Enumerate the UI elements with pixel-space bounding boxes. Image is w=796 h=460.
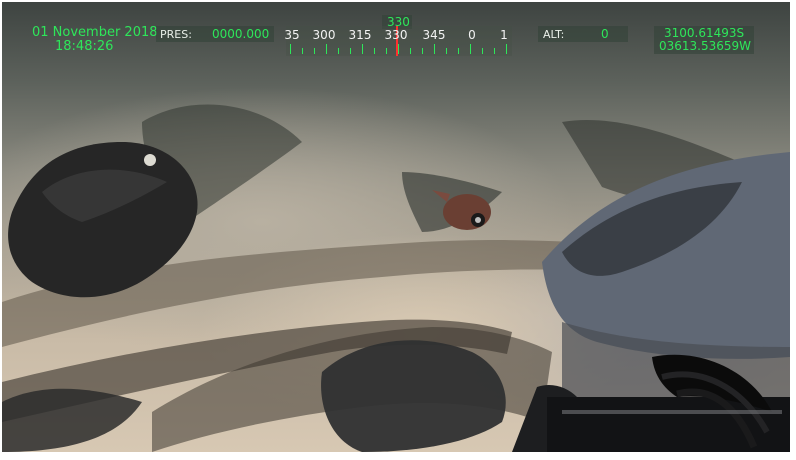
compass-number: 35: [284, 28, 300, 42]
compass-number: 330: [384, 28, 408, 42]
compass-tick: [374, 48, 375, 54]
compass-tick: [482, 48, 483, 54]
compass-tick: [314, 48, 315, 54]
altitude-label: ALT:: [543, 28, 565, 41]
compass-tick: [422, 48, 423, 54]
rock-foreground-left: [2, 388, 142, 452]
camera-view: 01 November 2018 18:48:26 PRES: 0000.000…: [2, 2, 790, 452]
compass-strip: 35 300 315 330 345 0 1: [284, 26, 512, 56]
compass-tick: [398, 44, 399, 54]
compass-number: 1: [500, 28, 508, 42]
compass-tick: [302, 48, 303, 54]
latitude-value: 3100.61493S: [664, 26, 745, 40]
compass-tick: [350, 48, 351, 54]
compass-tick: [290, 44, 291, 54]
compass-tick: [446, 48, 447, 54]
compass-tick: [362, 44, 363, 54]
compass-tick: [494, 48, 495, 54]
pressure-value: 0000.000: [212, 27, 270, 41]
compass-tick: [434, 44, 435, 54]
seafloor-scene: [2, 104, 790, 452]
compass-tick: [470, 44, 471, 54]
compass-tick: [410, 48, 411, 54]
fish-eye-highlight: [475, 217, 481, 223]
compass-number: 315: [348, 28, 372, 42]
hud-date: 01 November 2018: [32, 25, 158, 40]
compass-tick: [326, 44, 327, 54]
organism-on-rock: [144, 154, 156, 166]
equipment-highlight: [562, 410, 782, 414]
fish-body: [443, 194, 491, 230]
pressure-label: PRES:: [160, 28, 192, 41]
hud-time: 18:48:26: [55, 39, 114, 54]
compass-tick: [338, 48, 339, 54]
compass-tick: [386, 48, 387, 54]
compass-number: 345: [422, 28, 446, 42]
compass-number: 300: [312, 28, 336, 42]
compass-tick: [506, 44, 507, 54]
rock-foreground-center: [321, 340, 506, 452]
compass-number: 0: [468, 28, 476, 42]
longitude-value: 03613.53659W: [659, 39, 752, 53]
altitude-value: 0: [601, 27, 609, 41]
compass-tick: [458, 48, 459, 54]
